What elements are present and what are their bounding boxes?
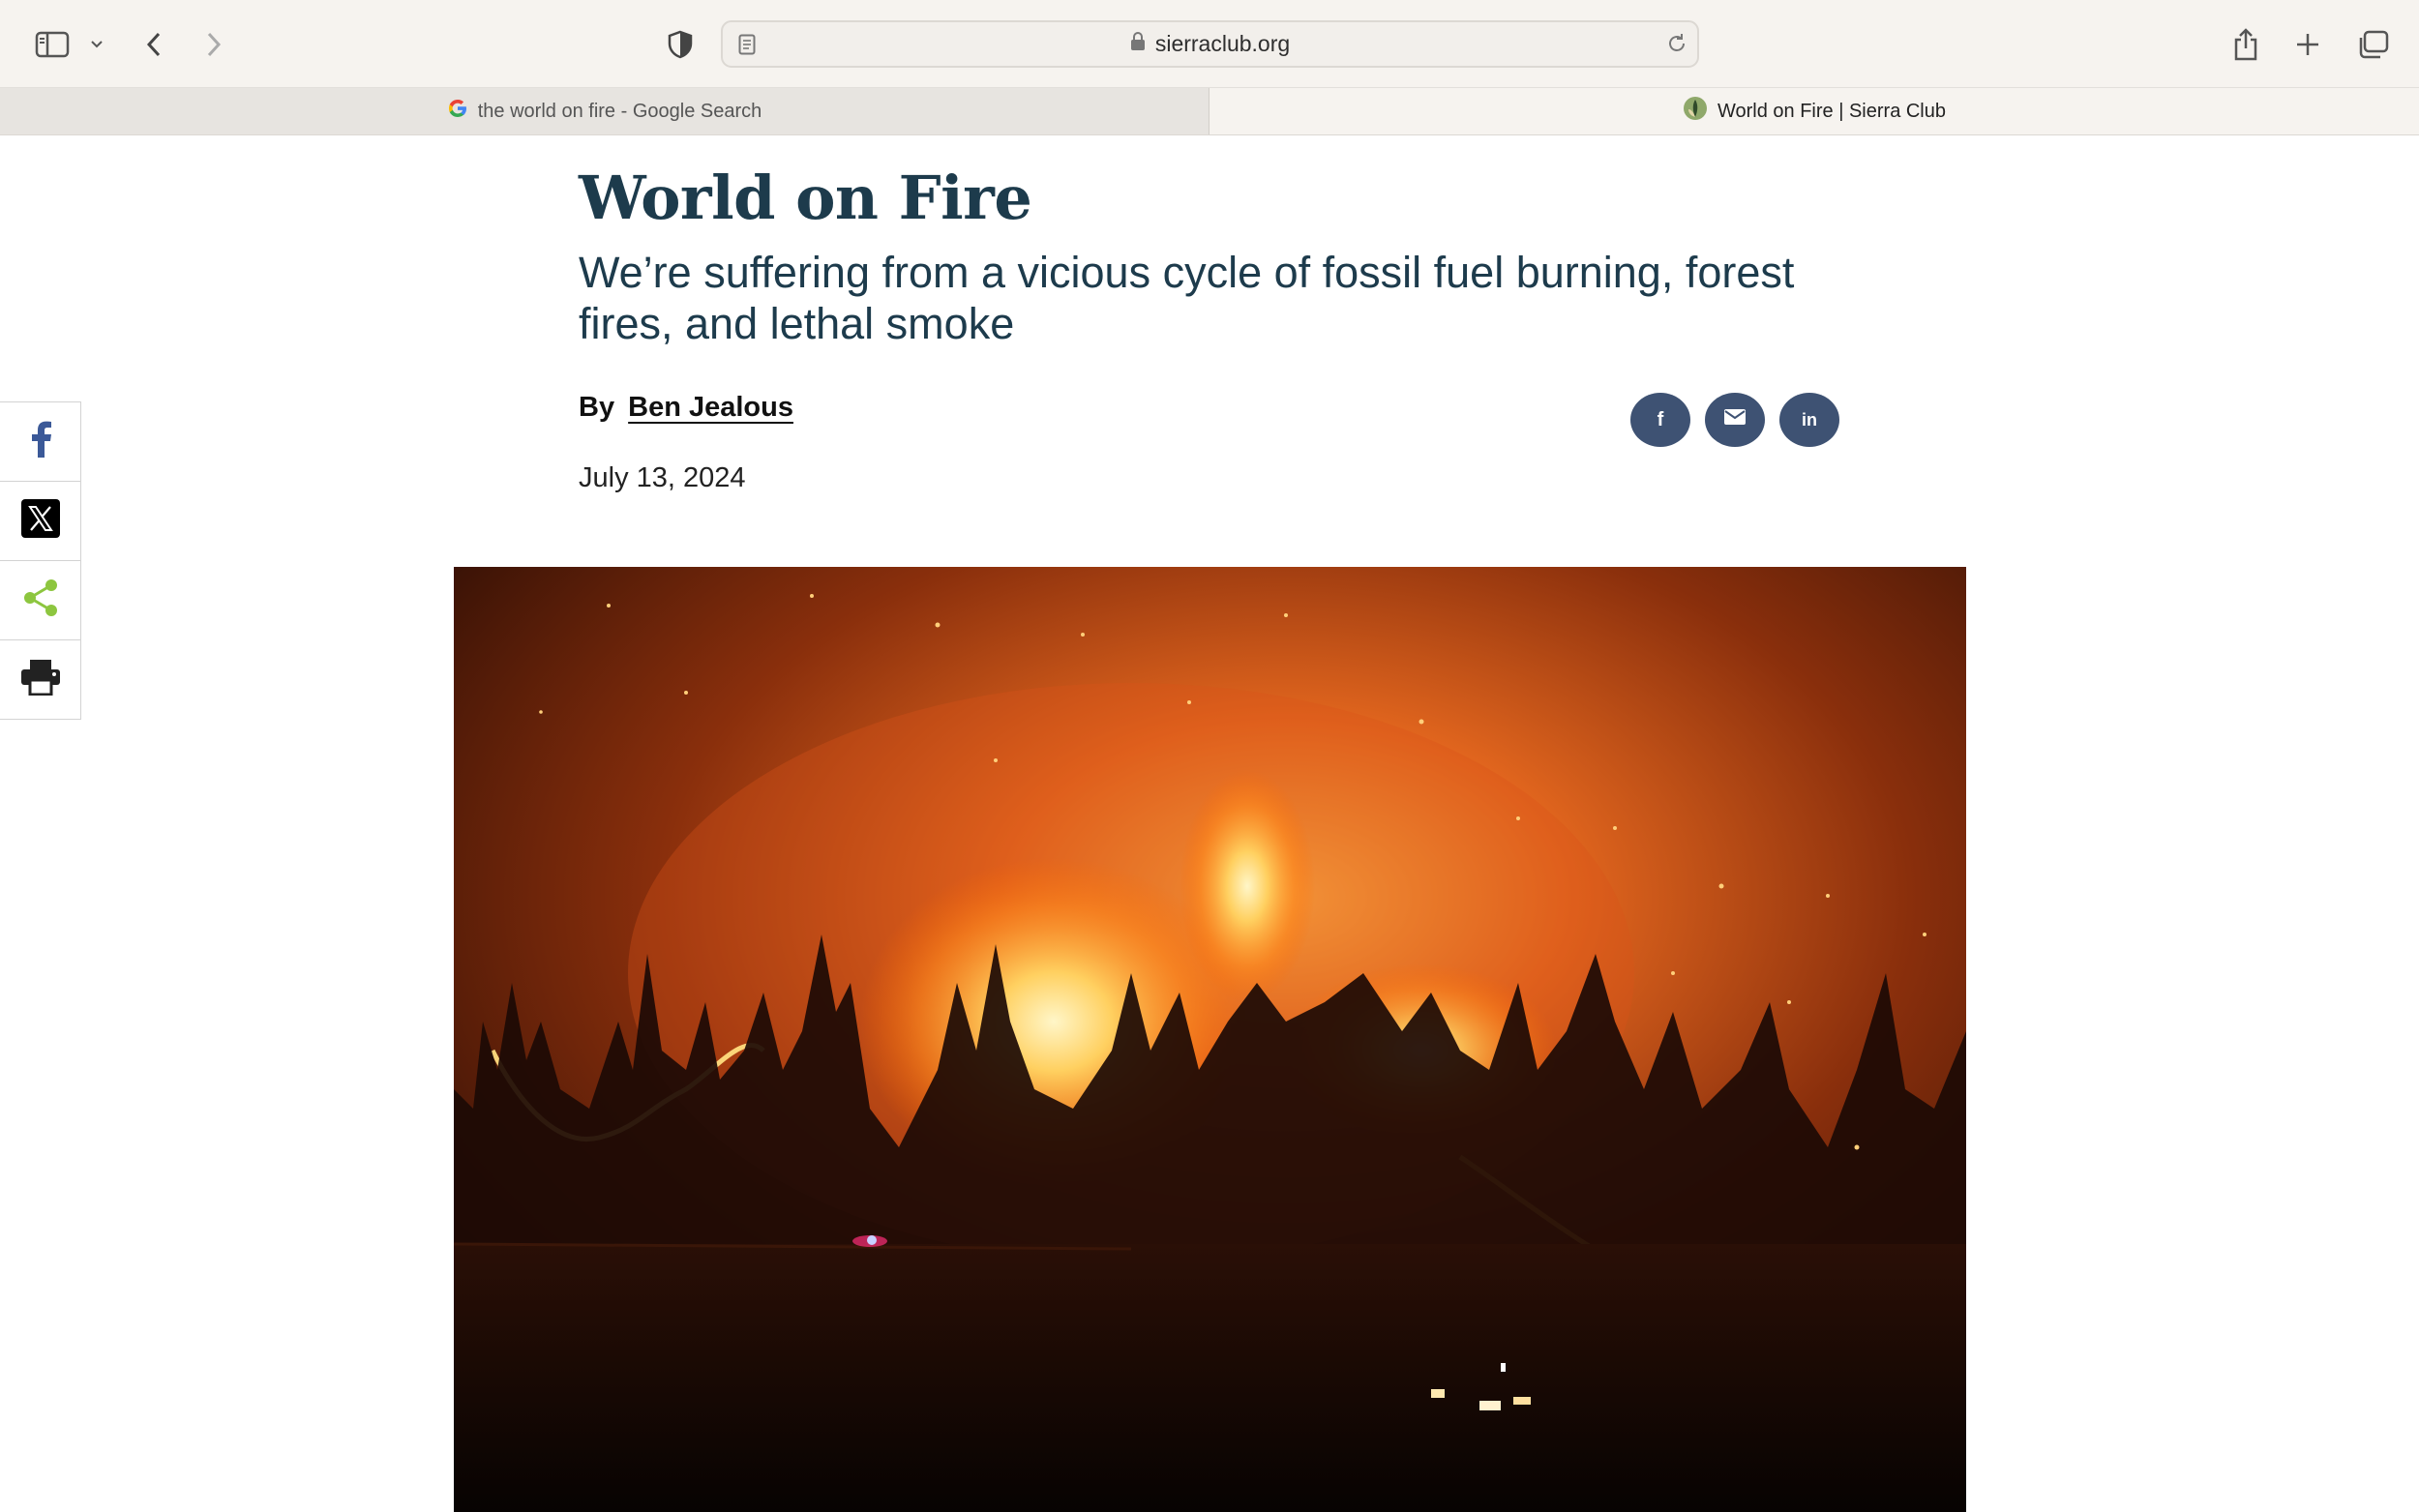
address-bar[interactable]: sierraclub.org [721,20,1699,68]
tab-sierra-club[interactable]: World on Fire | Sierra Club [1210,88,2419,134]
share-buttons: f in [1630,393,1839,447]
email-icon [1723,408,1747,431]
x-icon [20,499,60,543]
hero-image-wildfire [454,567,1966,1512]
privacy-shield-icon[interactable] [666,25,695,64]
print-icon [20,659,61,700]
back-icon[interactable] [139,25,168,64]
publish-date: July 13, 2024 [579,462,746,493]
tab-overview-icon[interactable] [2353,25,2392,64]
article-headline: World on Fire [579,163,1032,233]
tab-google-search[interactable]: the world on fire - Google Search [0,88,1210,134]
floating-share-bar [0,401,81,720]
author-link[interactable]: Ben Jealous [628,392,793,423]
linkedin-share-button[interactable]: in [1779,393,1839,447]
sidebar-share-button[interactable] [0,560,81,640]
tab-title: World on Fire | Sierra Club [1717,100,1946,122]
tab-strip: the world on fire - Google Search World … [0,88,2419,135]
url-text: sierraclub.org [1154,31,1291,56]
sidebar-x-button[interactable] [0,481,81,561]
sierra-club-favicon-icon [1683,96,1708,127]
facebook-icon: f [1657,408,1664,430]
facebook-share-button[interactable]: f [1630,393,1690,447]
article-dek: We’re suffering from a vicious cycle of … [579,248,1795,348]
forward-icon[interactable] [199,25,228,64]
lock-icon [1130,31,1146,57]
share-icon [21,578,60,623]
chevron-down-icon[interactable] [87,25,106,64]
sidebar-icon[interactable] [33,25,72,64]
byline-prefix: By [579,392,615,423]
sidebar-facebook-button[interactable] [0,401,81,482]
facebook-icon [29,421,52,462]
email-share-button[interactable] [1705,393,1765,447]
share-icon[interactable] [2229,25,2262,64]
sidebar-print-button[interactable] [0,639,81,720]
reload-icon[interactable] [1666,33,1687,59]
browser-toolbar: sierraclub.org [0,0,2419,88]
tab-title: the world on fire - Google Search [477,100,762,122]
google-favicon-icon [447,98,468,125]
byline: By Ben Jealous [579,392,793,424]
linkedin-icon: in [1802,409,1817,430]
new-tab-icon[interactable] [2291,25,2324,64]
